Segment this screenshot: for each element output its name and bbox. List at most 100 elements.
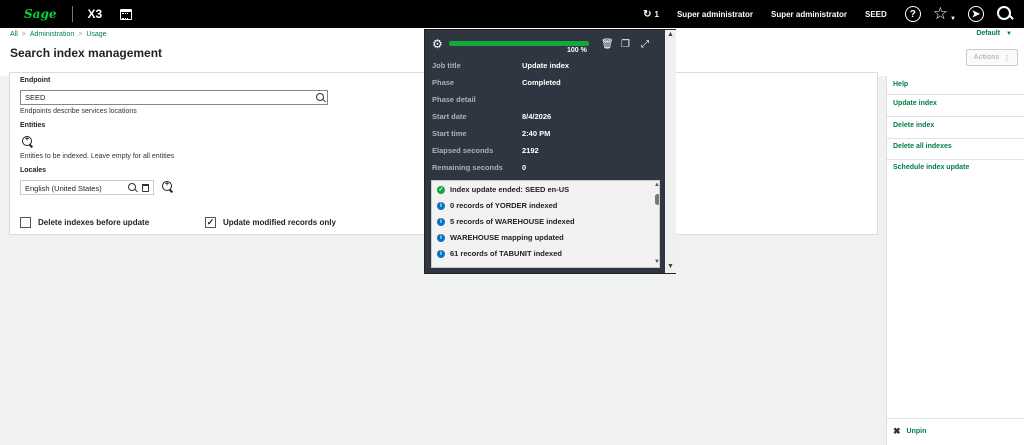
notifications-button[interactable]: ↻ 1: [643, 9, 659, 20]
locale-value: English (United States): [25, 184, 102, 193]
log-scrollbar[interactable]: ▲ ▼: [654, 181, 659, 267]
trash-icon[interactable]: [142, 184, 149, 192]
gear-icon[interactable]: ⚙: [432, 38, 443, 50]
scroll-up-icon[interactable]: ▲: [654, 182, 659, 188]
job-field-value: 8/4/2026: [522, 112, 552, 121]
calendar-icon[interactable]: [120, 8, 133, 20]
scroll-thumb[interactable]: [655, 194, 659, 205]
batch-progress-popup: ⚙ 100 % 🗑 ❐ ⤢ Job title Update index Phase…: [424, 29, 676, 274]
chevron-right-icon: >: [21, 31, 26, 38]
action-delete-index[interactable]: Delete index: [893, 122, 934, 129]
entities-help: Entities to be indexed. Leave empty for …: [20, 153, 175, 160]
log-item: i 5 records of WAREHOUSE indexed: [437, 217, 575, 226]
role-menu[interactable]: Super administrator: [771, 10, 847, 19]
endpoint-field[interactable]: SEED: [20, 90, 328, 105]
breadcrumb-all[interactable]: All: [10, 31, 18, 38]
chevron-down-icon: ▼: [950, 16, 956, 22]
star-icon: ☆: [932, 4, 949, 23]
job-field-label: Phase: [432, 78, 455, 87]
delete-before-label: Delete indexes before update: [38, 218, 150, 227]
copy-icon[interactable]: ❐: [621, 39, 630, 50]
info-icon: i: [437, 249, 445, 258]
endpoint-label: Endpoint: [20, 77, 51, 84]
favorites-button[interactable]: ☆ ▼: [932, 4, 956, 23]
log-item: ✓ Index update ended: SEED en-US: [437, 185, 569, 194]
action-delete-all-indexes[interactable]: Delete all indexes: [893, 143, 952, 150]
info-icon: i: [437, 217, 445, 226]
job-field-label: Phase detail: [432, 95, 476, 104]
search-icon[interactable]: [316, 93, 325, 102]
search-icon[interactable]: [996, 5, 1014, 23]
job-field-value: Completed: [522, 78, 561, 87]
divider: [887, 138, 1024, 139]
breadcrumb-usage[interactable]: Usage: [86, 31, 106, 38]
update-modified-label: Update modified records only: [223, 218, 336, 227]
breadcrumb: All > Administration > Usage: [10, 31, 107, 38]
log-item: i WAREHOUSE mapping updated: [437, 233, 564, 242]
locales-label: Locales: [20, 167, 47, 174]
zoom-add-icon[interactable]: [22, 136, 33, 148]
log-item: i 0 records of YORDER indexed: [437, 201, 557, 210]
chevron-down-icon: ▼: [1006, 31, 1012, 37]
progress-fill: [449, 41, 589, 46]
more-vertical-icon: ⋮: [1003, 54, 1011, 62]
trash-icon[interactable]: 🗑: [601, 39, 614, 50]
product-name[interactable]: X3: [87, 7, 102, 21]
log-list[interactable]: ✓ Index update ended: SEED en-US i 0 record…: [431, 180, 660, 268]
divider: [887, 94, 1024, 95]
unpin-label: Unpin: [906, 428, 927, 435]
delete-before-update-checkbox[interactable]: Delete indexes before update: [20, 217, 149, 228]
scroll-down-icon[interactable]: ▼: [667, 263, 674, 270]
scroll-up-icon[interactable]: ▲: [667, 31, 674, 38]
zoom-add-icon[interactable]: [162, 181, 173, 193]
action-update-index[interactable]: Update index: [893, 100, 937, 107]
sync-icon: ↻: [643, 8, 652, 20]
job-field-label: Start date: [432, 112, 467, 121]
action-help[interactable]: Help: [893, 81, 908, 88]
checkbox-checked[interactable]: ✓: [205, 217, 216, 228]
default-label: Default: [976, 30, 1001, 37]
action-schedule-index-update[interactable]: Schedule index update: [893, 164, 969, 171]
top-bar: Sage X3 ↻ 1 Super administrator Super ad…: [0, 0, 1024, 28]
chevron-right-icon: >: [78, 31, 83, 38]
log-text: 5 records of WAREHOUSE indexed: [450, 217, 575, 226]
log-text: 61 records of TABUNIT indexed: [450, 249, 562, 258]
progress-bar: [449, 41, 589, 46]
info-icon: i: [437, 201, 445, 210]
divider: [887, 418, 1024, 419]
compass-icon[interactable]: ➤: [968, 6, 984, 22]
endpoint-help: Endpoints describe services locations: [20, 108, 137, 115]
sage-logo[interactable]: Sage: [24, 7, 56, 21]
log-text: Index update ended: SEED en-US: [450, 185, 570, 194]
info-icon: i: [437, 233, 445, 242]
actions-label: Actions: [973, 54, 1000, 61]
expand-icon[interactable]: ⤢: [641, 39, 649, 50]
unpin-button[interactable]: ✖ Unpin: [893, 426, 926, 437]
pin-icon: ✖: [893, 426, 901, 436]
job-field-value: 2192: [522, 146, 539, 155]
notification-count: 1: [654, 9, 659, 19]
log-text: 0 records of YORDER indexed: [450, 201, 558, 210]
checkbox-unchecked[interactable]: [20, 217, 31, 228]
popup-scrollbar[interactable]: ▲ ▼: [665, 30, 676, 273]
search-icon[interactable]: [128, 183, 137, 192]
user-menu[interactable]: Super administrator: [677, 10, 753, 19]
folder-menu[interactable]: SEED: [865, 10, 887, 19]
job-field-label: Elapsed seconds: [432, 146, 494, 155]
log-text: WAREHOUSE mapping updated: [450, 233, 564, 242]
help-icon[interactable]: ?: [904, 6, 921, 22]
breadcrumb-administration[interactable]: Administration: [30, 31, 74, 38]
top-right-controls: ↻ 1 Super administrator Super administra…: [643, 0, 1024, 28]
action-panel: Help Update index Delete index Delete al…: [886, 76, 1024, 445]
job-field-value: 2:40 PM: [522, 129, 551, 138]
divider: [887, 116, 1024, 117]
job-field-value: 0: [522, 163, 527, 172]
job-field-label: Remaining seconds: [432, 163, 503, 172]
actions-button[interactable]: Actions ⋮: [966, 49, 1018, 66]
update-modified-checkbox[interactable]: ✓ Update modified records only: [205, 217, 336, 228]
scroll-down-icon[interactable]: ▼: [654, 259, 659, 265]
default-selector[interactable]: Default ▼: [976, 30, 1012, 37]
entities-label: Entities: [20, 122, 46, 129]
log-item: i 61 records of TABUNIT indexed: [437, 249, 562, 258]
success-icon: ✓: [437, 185, 445, 194]
